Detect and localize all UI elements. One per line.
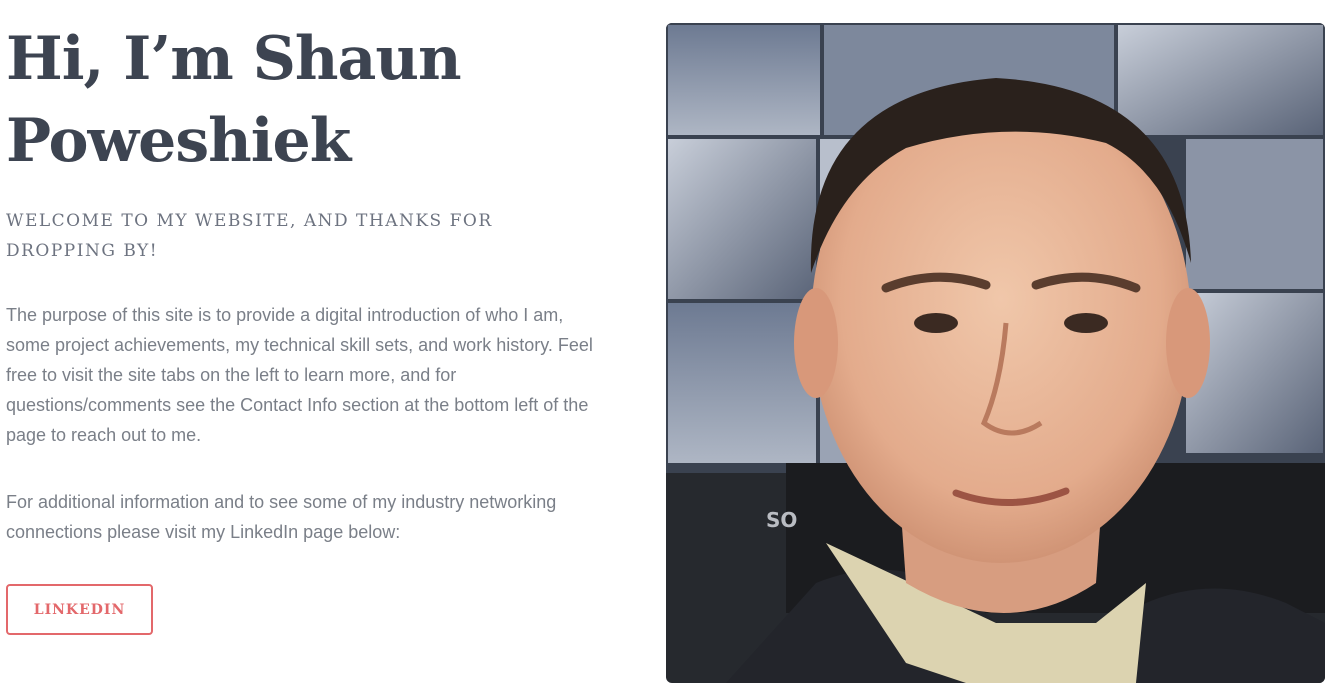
intro-paragraph: The purpose of this site is to provide a… bbox=[6, 305, 593, 445]
page-title: Hi, I’m Shaun Poweshiek bbox=[6, 18, 606, 182]
linkedin-button[interactable]: LINKEDIN bbox=[6, 584, 153, 635]
profile-photo: SO bbox=[666, 23, 1325, 683]
portrait-illustration: SO bbox=[666, 23, 1325, 683]
welcome-tagline: WELCOME TO MY WEBSITE, AND THANKS FOR DR… bbox=[6, 211, 493, 261]
title-line-1: Hi, I’m Shaun bbox=[6, 24, 462, 94]
title-line-2: Poweshiek bbox=[6, 106, 351, 176]
linkedin-paragraph: For additional information and to see so… bbox=[6, 492, 557, 542]
monitor-brand-text: SO bbox=[766, 508, 797, 532]
